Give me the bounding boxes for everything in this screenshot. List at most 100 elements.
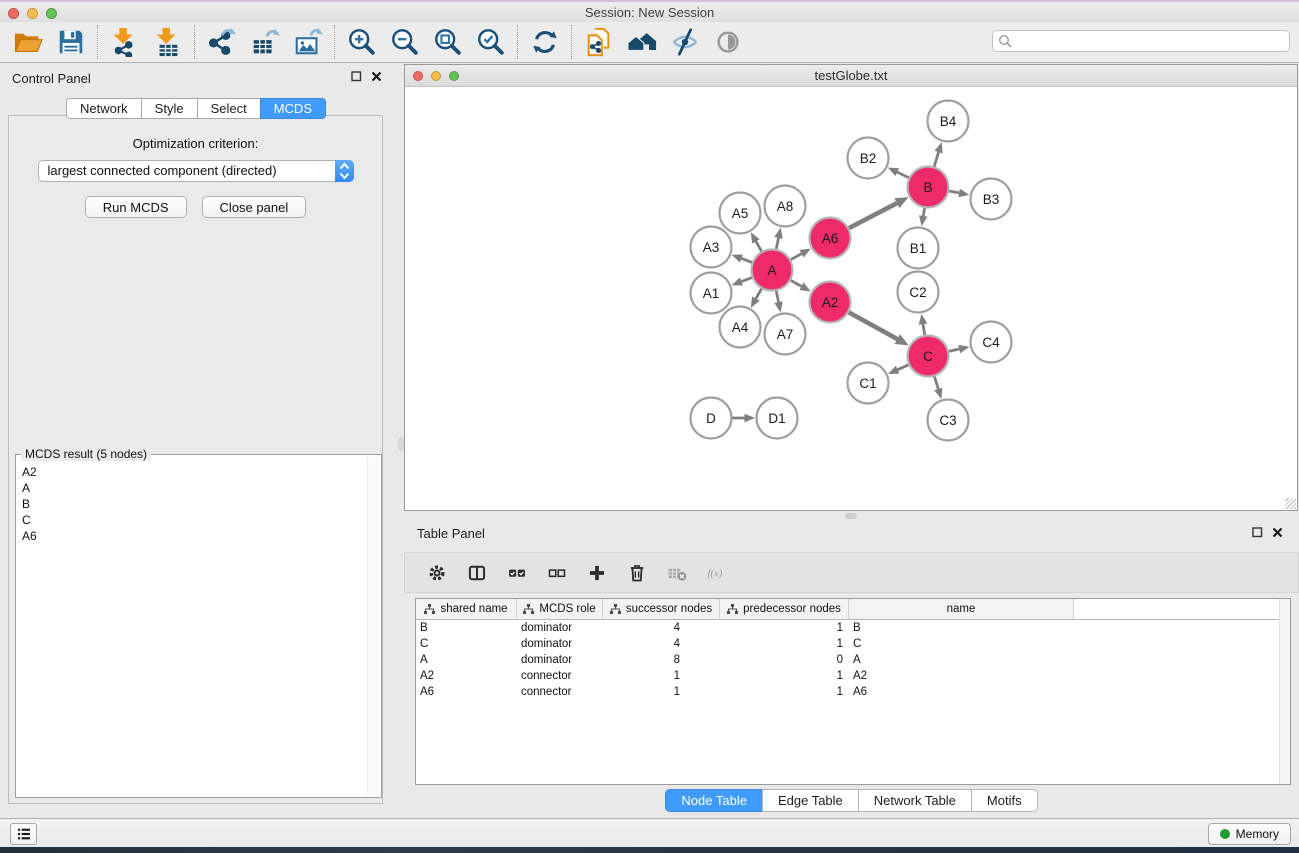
tab-mcds[interactable]: MCDS: [260, 98, 326, 119]
export-network-button[interactable]: [200, 23, 243, 61]
app-titlebar[interactable]: Session: New Session: [0, 2, 1299, 22]
mcds-result-item[interactable]: B: [22, 496, 381, 512]
search-input[interactable]: [992, 30, 1290, 52]
mcds-result-scrollbar[interactable]: [367, 457, 379, 795]
home-view-button[interactable]: [620, 23, 663, 61]
tab-edge-table[interactable]: Edge Table: [762, 789, 859, 812]
node-A2[interactable]: A2: [810, 282, 851, 323]
table-row[interactable]: A2connector11A2: [416, 668, 1290, 684]
tab-style[interactable]: Style: [141, 98, 198, 119]
column-header-name[interactable]: name: [849, 599, 1074, 619]
cell-mcds-role: dominator: [517, 622, 603, 634]
show-details-button[interactable]: [706, 23, 749, 61]
table-row[interactable]: Cdominator41C: [416, 636, 1290, 652]
cell-mcds-role: dominator: [517, 654, 603, 666]
mcds-result-item[interactable]: A: [22, 480, 381, 496]
zoom-in-button[interactable]: [340, 23, 383, 61]
run-mcds-button[interactable]: Run MCDS: [85, 196, 187, 218]
node-D1[interactable]: D1: [757, 398, 798, 439]
node-label: B2: [860, 151, 877, 166]
node-C2[interactable]: C2: [898, 272, 939, 313]
import-table-button[interactable]: [146, 23, 189, 61]
hide-details-button[interactable]: [663, 23, 706, 61]
window-resize-grip[interactable]: [1285, 498, 1296, 509]
node-B[interactable]: B: [908, 167, 949, 208]
node-B4[interactable]: B4: [928, 101, 969, 142]
deselect-all-rows-button[interactable]: [545, 560, 569, 586]
import-network-button[interactable]: [103, 23, 146, 61]
float-table-panel-icon[interactable]: [1252, 527, 1263, 538]
select-all-rows-button[interactable]: [505, 560, 529, 586]
node-A1[interactable]: A1: [691, 273, 732, 314]
node-A[interactable]: A: [752, 250, 793, 291]
float-panel-icon[interactable]: [351, 71, 362, 82]
network-window-titlebar[interactable]: testGlobe.txt: [405, 65, 1297, 87]
refresh-view-button[interactable]: [523, 23, 566, 61]
close-panel-button[interactable]: Close panel: [202, 196, 307, 218]
mcds-result-item[interactable]: A6: [22, 528, 381, 544]
tab-network-table[interactable]: Network Table: [858, 789, 972, 812]
node-B3[interactable]: B3: [971, 179, 1012, 220]
table-row[interactable]: A6connector11A6: [416, 684, 1290, 700]
node-C4[interactable]: C4: [971, 322, 1012, 363]
open-file-button[interactable]: [6, 23, 49, 61]
node-A6[interactable]: A6: [810, 218, 851, 259]
edge-arrowhead: [732, 278, 743, 286]
memory-label: Memory: [1236, 827, 1279, 841]
table-scrollbar[interactable]: [1279, 599, 1290, 784]
edge-arrowhead: [934, 388, 942, 399]
node-label: C2: [909, 285, 926, 300]
column-header-mcds-role[interactable]: MCDS role: [517, 599, 603, 619]
tab-select[interactable]: Select: [197, 98, 261, 119]
node-A3[interactable]: A3: [691, 227, 732, 268]
mcds-result-item[interactable]: A2: [22, 464, 381, 480]
node-label: B1: [910, 241, 927, 256]
node-A8[interactable]: A8: [765, 186, 806, 227]
edge-arrowhead: [934, 142, 942, 153]
column-header-predecessor-nodes[interactable]: predecessor nodes: [720, 599, 849, 619]
export-table-button[interactable]: [243, 23, 286, 61]
zoom-selected-button[interactable]: [469, 23, 512, 61]
save-session-icon: [56, 27, 86, 57]
zoom-out-button[interactable]: [383, 23, 426, 61]
table-row[interactable]: Adominator80A: [416, 652, 1290, 668]
settings-gear-button[interactable]: [425, 560, 449, 586]
task-console-button[interactable]: [10, 823, 37, 845]
network-window-title: testGlobe.txt: [405, 68, 1297, 83]
cell-successor-nodes: 8: [603, 654, 720, 666]
node-C1[interactable]: C1: [848, 363, 889, 404]
export-image-button[interactable]: [286, 23, 329, 61]
tab-network[interactable]: Network: [66, 98, 142, 119]
toggle-columns-icon: [467, 563, 487, 583]
tab-node-table[interactable]: Node Table: [665, 789, 763, 812]
delete-column-button[interactable]: [625, 560, 649, 586]
node-B1[interactable]: B1: [898, 228, 939, 269]
column-header-successor-nodes[interactable]: successor nodes: [603, 599, 720, 619]
close-table-panel-icon[interactable]: [1272, 527, 1283, 538]
close-panel-icon[interactable]: [371, 71, 382, 82]
zoom-fit-button[interactable]: [426, 23, 469, 61]
mcds-result-list[interactable]: A2ABCA6: [16, 455, 381, 544]
node-A4[interactable]: A4: [720, 307, 761, 348]
table-row[interactable]: Bdominator41B: [416, 620, 1290, 636]
edge-arrowhead: [774, 228, 782, 239]
duplicate-network-button[interactable]: [577, 23, 620, 61]
save-session-button[interactable]: [49, 23, 92, 61]
tab-motifs[interactable]: Motifs: [971, 789, 1038, 812]
node-A7[interactable]: A7: [765, 314, 806, 355]
node-D[interactable]: D: [691, 398, 732, 439]
criterion-dropdown[interactable]: largest connected component (directed): [38, 160, 354, 182]
vertical-scrollbar-thumb[interactable]: [398, 437, 404, 451]
horizontal-scrollbar-thumb[interactable]: [845, 513, 857, 519]
node-C3[interactable]: C3: [928, 400, 969, 441]
node-C[interactable]: C: [908, 336, 949, 377]
deselect-all-rows-icon: [547, 563, 567, 583]
mcds-result-item[interactable]: C: [22, 512, 381, 528]
toggle-columns-button[interactable]: [465, 560, 489, 586]
network-canvas[interactable]: A A1 A2 A3 A4 A5 A6 A7 A8 B B1 B2 B3B4 C C1 C2 C3C4 D D1: [405, 88, 1297, 510]
column-header-shared-name[interactable]: shared name: [416, 599, 517, 619]
node-A5[interactable]: A5: [720, 193, 761, 234]
node-B2[interactable]: B2: [848, 138, 889, 179]
memory-button[interactable]: Memory: [1208, 823, 1291, 845]
add-column-button[interactable]: [585, 560, 609, 586]
